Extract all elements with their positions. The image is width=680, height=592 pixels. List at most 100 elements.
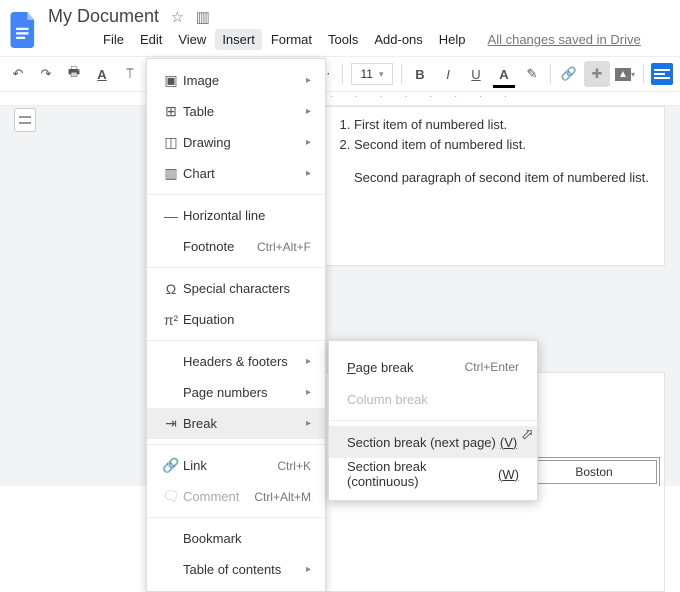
insert-menu-link[interactable]: 🔗LinkCtrl+K [147, 450, 325, 481]
font-size-field[interactable]: 11▾ [351, 63, 393, 85]
omega-icon: Ω [159, 281, 183, 297]
ruler[interactable]: · · · · · · · · [0, 92, 680, 106]
menu-item-label: Drawing [183, 135, 306, 150]
menu-edit[interactable]: Edit [133, 29, 169, 50]
menu-view[interactable]: View [171, 29, 213, 50]
break-option-page-break[interactable]: Page break Ctrl+Enter [329, 351, 537, 383]
insert-menu-horizontal-line[interactable]: —Horizontal line [147, 200, 325, 231]
toolbar: ↶ ↷ 🖶 A ⟙ ⋯ 11▾ B I U A ✎ 🔗 ✚ ▲▾ [0, 56, 680, 92]
submenu-arrow-icon: ▸ [306, 356, 311, 367]
submenu-arrow-icon: ▸ [306, 75, 311, 86]
menu-item-label: Comment [183, 489, 254, 504]
shortcut-label: Ctrl+K [277, 459, 311, 473]
link-icon: 🔗 [159, 457, 183, 474]
comment-icon: 🗨 [159, 488, 183, 505]
insert-menu-equation[interactable]: π²Equation [147, 304, 325, 335]
insert-menu-break[interactable]: ⇥Break▸ [147, 408, 325, 439]
paragraph[interactable]: Second paragraph of second item of numbe… [354, 168, 656, 188]
titlebar: My Document ☆ ▥ FileEditViewInsertFormat… [0, 0, 680, 56]
submenu-item-label: Column break [347, 392, 428, 407]
menu-item-label: Chart [183, 166, 306, 181]
menu-item-label: Link [183, 458, 277, 473]
access-key-label: (V) [500, 435, 517, 450]
insert-menu-footnote[interactable]: FootnoteCtrl+Alt+F [147, 231, 325, 262]
menu-format[interactable]: Format [264, 29, 319, 50]
menu-file[interactable]: File [96, 29, 131, 50]
underline-button[interactable]: U [463, 61, 489, 87]
outline-toggle-icon[interactable] [14, 108, 36, 132]
align-button[interactable] [649, 61, 675, 87]
hr-icon: — [159, 208, 183, 224]
break-option-section-break-continuous-[interactable]: Section break (continuous) (W) [329, 458, 537, 490]
list-item[interactable]: Second item of numbered list. [354, 135, 656, 155]
image-icon: ▣ [159, 72, 183, 89]
bold-button[interactable]: B [407, 61, 433, 87]
menu-item-label: Break [183, 416, 306, 431]
insert-image-button[interactable]: ▲▾ [612, 61, 638, 87]
menu-item-label: Special characters [183, 281, 311, 296]
shortcut-label: Ctrl+Enter [465, 360, 519, 374]
insert-menu-special-characters[interactable]: ΩSpecial characters [147, 273, 325, 304]
print-button[interactable]: 🖶 [61, 61, 87, 87]
menu-item-label: Page numbers [183, 385, 306, 400]
submenu-arrow-icon: ▸ [306, 137, 311, 148]
insert-menu-comment: 🗨CommentCtrl+Alt+M [147, 481, 325, 512]
table-icon: ⊞ [159, 103, 183, 120]
menu-insert[interactable]: Insert [215, 29, 262, 50]
submenu-arrow-icon: ▸ [306, 106, 311, 117]
insert-menu-chart[interactable]: ▥Chart▸ [147, 158, 325, 189]
menu-item-label: Equation [183, 312, 311, 327]
submenu-arrow-icon: ▸ [306, 387, 311, 398]
menu-add-ons[interactable]: Add-ons [367, 29, 429, 50]
submenu-item-label: Section break (next page) [347, 435, 496, 450]
insert-menu: ▣Image▸⊞Table▸◫Drawing▸▥Chart▸—Horizonta… [146, 58, 326, 592]
submenu-arrow-icon: ▸ [306, 564, 311, 575]
save-status[interactable]: All changes saved in Drive [481, 29, 648, 50]
access-key-label: (W) [498, 467, 519, 482]
menu-item-label: Bookmark [183, 531, 311, 546]
menu-tools[interactable]: Tools [321, 29, 365, 50]
menu-item-label: Footnote [183, 239, 257, 254]
break-icon: ⇥ [159, 415, 183, 432]
menu-help[interactable]: Help [432, 29, 473, 50]
menu-item-label: Table of contents [183, 562, 306, 577]
drawing-icon: ◫ [159, 134, 183, 151]
undo-button[interactable]: ↶ [5, 61, 31, 87]
menu-item-label: Horizontal line [183, 208, 311, 223]
menubar: FileEditViewInsertFormatToolsAdd-onsHelp… [48, 27, 648, 54]
document-title[interactable]: My Document [48, 6, 159, 27]
menu-item-label: Image [183, 73, 306, 88]
insert-menu-bookmark[interactable]: Bookmark [147, 523, 325, 554]
submenu-arrow-icon: ▸ [306, 168, 311, 179]
break-option-column-break: Column break [329, 383, 537, 415]
star-icon[interactable]: ☆ [171, 9, 184, 26]
paint-format-button[interactable]: ⟙ [117, 61, 143, 87]
insert-menu-table-of-contents[interactable]: Table of contents▸ [147, 554, 325, 585]
insert-menu-image[interactable]: ▣Image▸ [147, 65, 325, 96]
break-option-section-break-next-page-[interactable]: Section break (next page) (V) [329, 426, 537, 458]
text-color-button[interactable]: A [491, 61, 517, 87]
insert-menu-headers-footers[interactable]: Headers & footers▸ [147, 346, 325, 377]
highlight-button[interactable]: ✎ [519, 61, 545, 87]
insert-menu-drawing[interactable]: ◫Drawing▸ [147, 127, 325, 158]
shortcut-label: Ctrl+Alt+M [254, 490, 311, 504]
insert-menu-table[interactable]: ⊞Table▸ [147, 96, 325, 127]
insert-menu-page-numbers[interactable]: Page numbers▸ [147, 377, 325, 408]
italic-button[interactable]: I [435, 61, 461, 87]
spellcheck-button[interactable]: A [89, 61, 115, 87]
submenu-arrow-icon: ▸ [306, 418, 311, 429]
insert-comment-button[interactable]: ✚ [584, 61, 610, 87]
move-folder-icon[interactable]: ▥ [196, 9, 210, 26]
break-submenu: Page break Ctrl+Enter Column break Section … [328, 340, 538, 501]
insert-link-button[interactable]: 🔗 [556, 61, 582, 87]
document-page-1[interactable]: First item of numbered list. Second item… [285, 106, 665, 266]
submenu-item-label: Section break (continuous) [347, 459, 494, 489]
menu-item-label: Headers & footers [183, 354, 306, 369]
list-item[interactable]: First item of numbered list. [354, 115, 656, 135]
menu-item-label: Table [183, 104, 306, 119]
docs-logo-icon[interactable] [8, 10, 40, 50]
table-cell[interactable]: Boston [531, 460, 657, 484]
redo-button[interactable]: ↷ [33, 61, 59, 87]
chart-icon: ▥ [159, 165, 183, 182]
submenu-item-label: Page break [347, 360, 414, 375]
